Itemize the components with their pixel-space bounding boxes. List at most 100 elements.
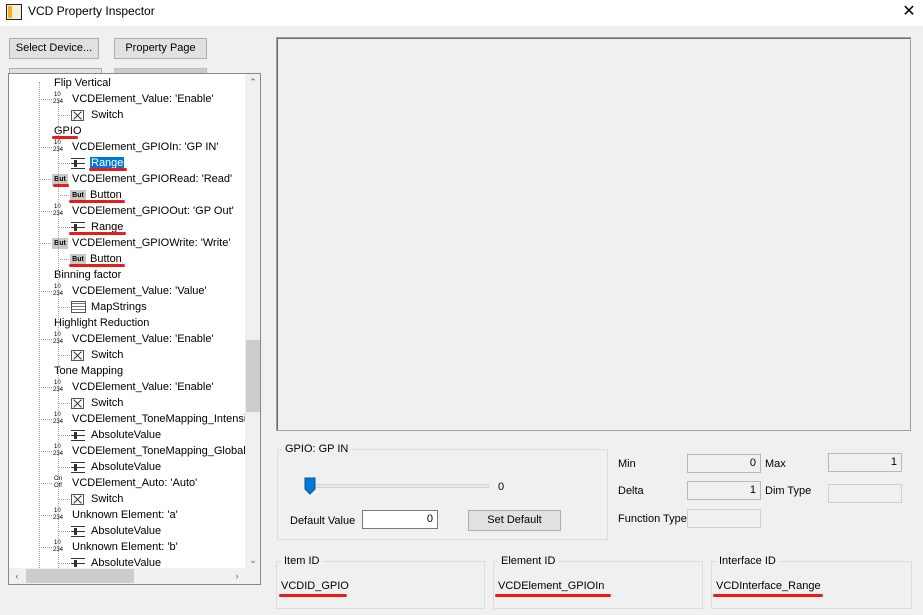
default-value-label: Default Value: [290, 515, 356, 527]
map-strings-icon: [71, 301, 86, 314]
tree-category[interactable]: Tone Mapping: [53, 363, 124, 379]
tree-connector: [39, 419, 52, 420]
numeric-value-icon: 10 234: [53, 412, 64, 426]
max-label: Max: [765, 458, 786, 470]
tree-item-label: MapStrings: [91, 301, 147, 313]
tree-connector: [58, 563, 70, 564]
on-off-icon: On Off: [54, 476, 63, 490]
tree-element[interactable]: 10 234 VCDElement_GPIOIn: 'GP IN': [53, 139, 219, 155]
tree-connector: [39, 451, 52, 452]
annotation-underline: [53, 184, 69, 187]
element-id-title: Element ID: [498, 555, 559, 567]
tree-interface[interactable]: AbsoluteValue: [71, 459, 162, 475]
dim-type-label: Dim Type: [765, 485, 812, 497]
tree-interface[interactable]: AbsoluteValue: [71, 523, 162, 539]
tree-item-label: VCDElement_GPIOOut: 'GP Out': [72, 205, 234, 217]
checkbox-icon: [71, 349, 84, 361]
tree-element[interactable]: 10 234 VCDElement_Value: 'Enable': [53, 331, 215, 347]
slider-value: 0: [498, 481, 505, 493]
scroll-down-icon[interactable]: ⌄: [245, 552, 260, 568]
tree-connector: [58, 307, 70, 308]
tree-item-label: VCDElement_ToneMapping_Intensi: [72, 413, 247, 425]
tree-connector: [39, 387, 52, 388]
tree-interface[interactable]: MapStrings: [71, 299, 148, 315]
tree-category[interactable]: Highlight Reduction: [53, 315, 150, 331]
tree-category[interactable]: Flip Vertical: [53, 75, 112, 91]
slider-track[interactable]: [306, 484, 489, 488]
annotation-underline: [69, 232, 126, 235]
tree-element[interactable]: 10 234 VCDElement_ToneMapping_GlobalE: [53, 443, 254, 459]
tree-guide: [58, 98, 59, 574]
tree-element[interactable]: 10 234 Unknown Element: 'b': [53, 539, 179, 555]
tree-category[interactable]: Binning factor: [53, 267, 122, 283]
numeric-value-icon: 10 234: [53, 508, 64, 522]
tree-horizontal-scrollbar[interactable]: ‹ ›: [9, 568, 245, 584]
delta-field: 1: [687, 481, 761, 500]
tree-guide: [39, 82, 40, 574]
slider-thumb[interactable]: [304, 477, 316, 495]
tree-interface[interactable]: Switch: [71, 347, 124, 363]
tree-element[interactable]: 10 234 VCDElement_Value: 'Value': [53, 283, 208, 299]
max-field: 1: [828, 453, 902, 472]
scroll-right-icon[interactable]: ›: [229, 568, 245, 584]
tree-element[interactable]: 10 234 VCDElement_Value: 'Enable': [53, 379, 215, 395]
tree-item-label: Flip Vertical: [54, 77, 111, 89]
tree-connector: [39, 291, 52, 292]
button-icon: But: [70, 253, 86, 265]
button-icon: But: [52, 237, 68, 249]
default-value-field[interactable]: 0: [362, 510, 438, 529]
annotation-underline: [89, 168, 127, 171]
item-id-title: Item ID: [281, 555, 323, 567]
tree-item-label: AbsoluteValue: [91, 525, 162, 537]
select-device-button[interactable]: Select Device...: [9, 38, 99, 59]
tree-element[interactable]: 10 234 VCDElement_Value: 'Enable': [53, 91, 215, 107]
tree-connector: [58, 435, 70, 436]
property-tree[interactable]: Flip Vertical 10 234 VCDElement_Value: 'Ena…: [8, 73, 261, 585]
tree-item-label: VCDElement_Value: 'Enable': [72, 333, 214, 345]
tree-item-label: VCDElement_GPIORead: 'Read': [72, 173, 233, 185]
tree-interface[interactable]: AbsoluteValue: [71, 427, 162, 443]
tree-item-label: VCDElement_Value: 'Enable': [72, 93, 214, 105]
tree-element[interactable]: 10 234 Unknown Element: 'a': [53, 507, 179, 523]
annotation-underline: [495, 594, 611, 597]
tree-element[interactable]: But VCDElement_GPIORead: 'Read': [52, 171, 233, 187]
horizontal-scroll-thumb[interactable]: [26, 569, 134, 583]
tree-connector: [58, 403, 70, 404]
numeric-value-icon: 10 234: [53, 540, 64, 554]
numeric-value-icon: 10 234: [53, 444, 64, 458]
close-icon[interactable]: ✕: [896, 1, 922, 23]
tree-connector: [39, 99, 52, 100]
title-bar: VCD Property Inspector ✕: [0, 0, 923, 26]
tree-item-label: Unknown Element: 'a': [72, 509, 178, 521]
tree-interface[interactable]: Switch: [71, 395, 124, 411]
button-icon: But: [52, 173, 68, 185]
tree-element[interactable]: But VCDElement_GPIOWrite: 'Write': [52, 235, 231, 251]
annotation-underline: [279, 594, 347, 597]
tree-element[interactable]: 10 234 VCDElement_ToneMapping_Intensi: [53, 411, 247, 427]
app-icon: [6, 4, 22, 20]
tree-connector: [58, 355, 70, 356]
checkbox-icon: [71, 397, 84, 409]
vertical-scroll-thumb[interactable]: [246, 340, 260, 412]
element-id-value: VCDElement_GPIOIn: [498, 580, 605, 592]
tree-connector: [39, 547, 52, 548]
min-label: Min: [618, 458, 636, 470]
tree-connector: [58, 499, 70, 500]
tree-element[interactable]: On Off VCDElement_Auto: 'Auto': [53, 475, 198, 491]
tree-item-label: AbsoluteValue: [91, 429, 162, 441]
tree-interface[interactable]: Switch: [71, 107, 124, 123]
range-slider-icon: [71, 557, 85, 569]
tree-connector: [39, 147, 52, 148]
interface-id-value: VCDInterface_Range: [716, 580, 821, 592]
tree-connector: [58, 115, 70, 116]
tree-interface[interactable]: Switch: [71, 491, 124, 507]
scroll-left-icon[interactable]: ‹: [9, 568, 25, 584]
set-default-button[interactable]: Set Default: [468, 510, 561, 531]
scroll-up-icon[interactable]: ⌃: [245, 74, 260, 90]
item-id-value: VCDID_GPIO: [281, 580, 349, 592]
tree-element[interactable]: 10 234 VCDElement_GPIOOut: 'GP Out': [53, 203, 235, 219]
property-page-button[interactable]: Property Page: [114, 38, 207, 59]
checkbox-icon: [71, 109, 84, 121]
tree-vertical-scrollbar[interactable]: ⌃ ⌄: [245, 74, 260, 568]
range-slider-icon: [71, 461, 85, 473]
